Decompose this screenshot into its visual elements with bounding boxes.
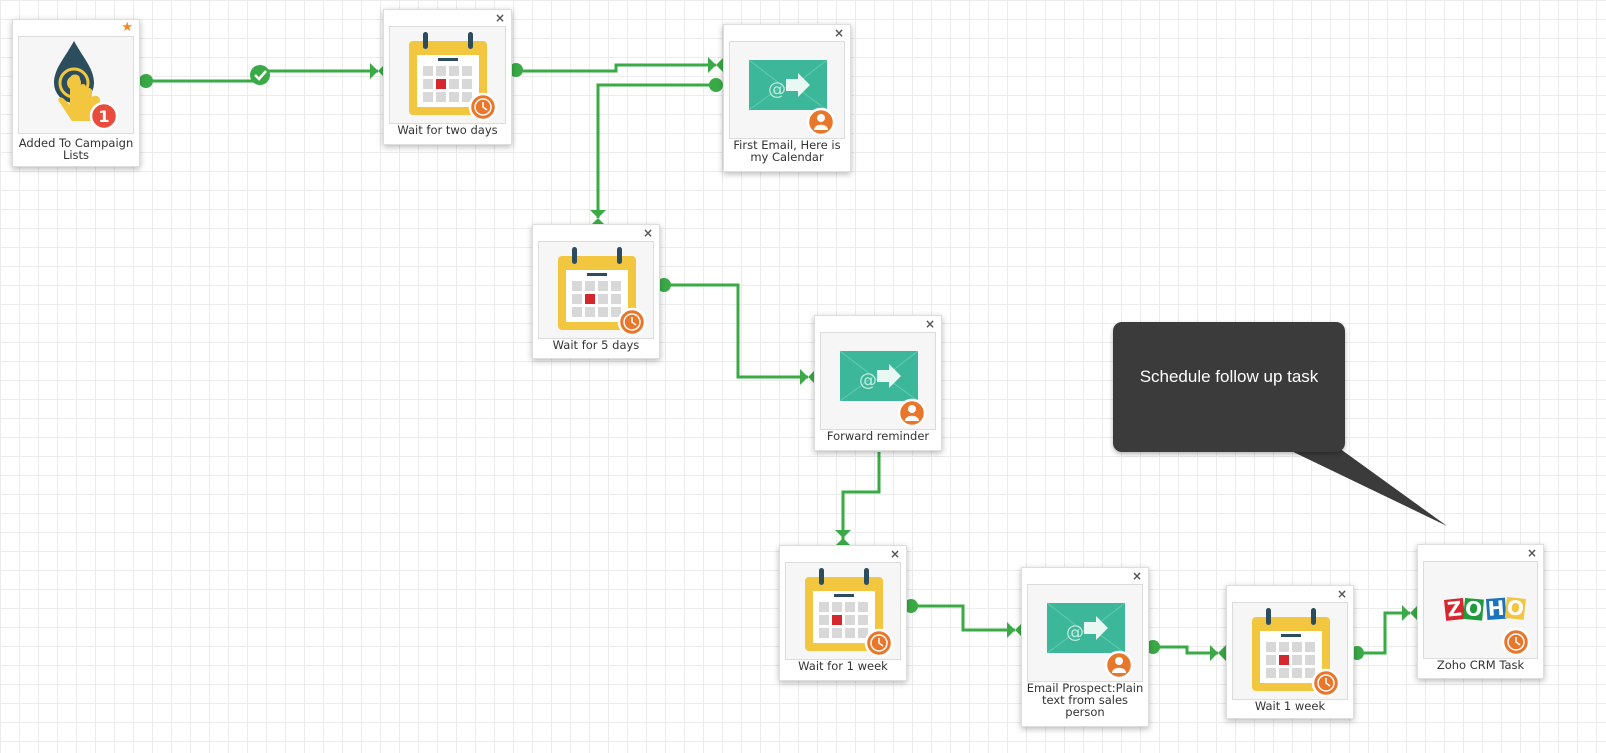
node-zoho-crm-task[interactable]: × Z O H O Zoho CRM Task (1417, 544, 1544, 679)
connector-forward-to-week (841, 452, 881, 540)
tooltip-callout: Schedule follow up task (1113, 322, 1447, 526)
connector-wait-to-email (516, 63, 716, 73)
zoho-logo-icon: Z O H O (1444, 595, 1531, 657)
person-icon (897, 398, 927, 428)
email-icon-box: @ (820, 332, 936, 430)
close-icon[interactable]: × (1527, 546, 1537, 560)
tooltip-bubble (1113, 322, 1345, 452)
check-icon (250, 65, 270, 85)
clock-icon (468, 92, 498, 122)
email-icon: @ (839, 350, 927, 428)
node-label: Wait for 5 days (552, 338, 640, 352)
clock-icon (1501, 627, 1531, 657)
node-label: Wait for two days (397, 123, 498, 137)
node-label: Added To Campaign Lists (18, 136, 134, 162)
input-port[interactable] (708, 57, 724, 73)
calendar-icon-box (389, 26, 506, 124)
node-label: Wait 1 week (1254, 699, 1326, 713)
calendar-icon (409, 32, 498, 122)
count-badge: 1 (89, 101, 119, 131)
workflow-canvas[interactable]: ★ 1 Added To Campaign Lists × Wait for t… (0, 0, 1606, 753)
email-icon: @ (748, 59, 836, 137)
node-wait-for-two-days[interactable]: × Wait for two days (383, 9, 512, 145)
input-port[interactable] (835, 530, 851, 546)
node-label: Wait for 1 week (798, 659, 888, 673)
node-label: Email Prospect:Plain text from sales per… (1026, 681, 1144, 719)
close-icon[interactable]: × (834, 26, 844, 40)
output-port[interactable] (139, 74, 153, 88)
node-wait-for-1-week[interactable]: × Wait for 1 week (779, 545, 907, 681)
calendar-icon (805, 568, 894, 658)
connector-email-to-wait5 (596, 83, 716, 218)
close-icon[interactable]: × (1132, 569, 1142, 583)
close-icon[interactable]: × (1337, 587, 1347, 601)
email-icon: @ (1046, 602, 1134, 680)
node-email-prospect[interactable]: × @ Email Prospect:Plain text from sales… (1021, 567, 1149, 727)
person-icon (806, 107, 836, 137)
svg-text:O: O (1464, 596, 1483, 621)
node-label: Zoho CRM Task (1436, 658, 1525, 672)
svg-text:@: @ (1066, 622, 1084, 643)
node-label: Forward reminder (826, 429, 930, 443)
trigger-icon-box: 1 (18, 36, 134, 134)
calendar-icon (1252, 608, 1341, 698)
close-icon[interactable]: × (495, 11, 505, 25)
output-port[interactable] (709, 78, 723, 92)
input-port[interactable] (1402, 605, 1418, 621)
node-label: First Email, Here is my Calendar (733, 138, 841, 164)
email-icon-box: @ (1027, 584, 1143, 682)
input-port[interactable] (1210, 645, 1226, 661)
connector-week-to-prospect (911, 604, 1015, 632)
clock-icon (864, 628, 894, 658)
calendar-icon-box (538, 241, 654, 339)
calendar-icon-box (785, 562, 901, 660)
tooltip-text: Schedule follow up task (1139, 367, 1319, 386)
close-icon[interactable]: × (643, 226, 653, 240)
calendar-icon-box (1232, 602, 1348, 700)
svg-text:1: 1 (98, 107, 109, 126)
node-wait-1-week[interactable]: × Wait 1 week (1226, 585, 1354, 719)
person-icon (1104, 650, 1134, 680)
zoho-icon-box: Z O H O (1423, 561, 1538, 659)
clock-icon (617, 307, 647, 337)
tap-hand-icon: 1 (54, 41, 119, 131)
svg-text:O: O (1506, 595, 1525, 621)
close-icon[interactable]: × (925, 317, 935, 331)
email-icon-box: @ (729, 41, 845, 139)
connector-prospect-to-wait1 (1153, 645, 1218, 655)
node-wait-for-5-days[interactable]: × Wait for 5 days (532, 224, 660, 359)
connector-wait5-to-forward (664, 283, 808, 379)
node-forward-reminder[interactable]: × @ Forward reminder (814, 315, 942, 451)
node-first-email[interactable]: × @ First Email, Here is my Calendar (723, 24, 851, 172)
close-icon[interactable]: × (890, 547, 900, 561)
star-icon: ★ (121, 20, 133, 35)
svg-text:H: H (1487, 596, 1505, 621)
calendar-icon (558, 247, 647, 337)
node-added-to-campaign-lists[interactable]: ★ 1 Added To Campaign Lists (12, 19, 140, 167)
clock-icon (1311, 668, 1341, 698)
svg-text:@: @ (768, 79, 786, 100)
svg-text:Z: Z (1446, 596, 1463, 621)
svg-text:@: @ (859, 370, 877, 391)
